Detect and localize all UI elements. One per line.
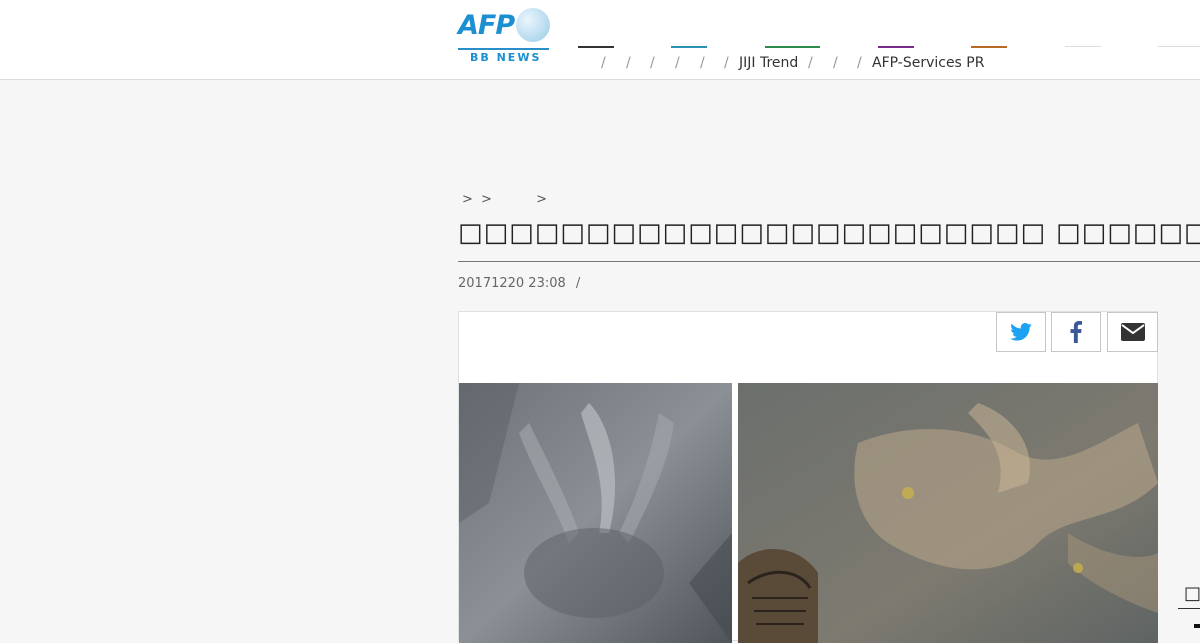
side-widget-marker — [1194, 624, 1200, 628]
meta-separator: / — [575, 276, 581, 291]
facebook-share-button[interactable] — [1051, 312, 1101, 352]
globe-icon — [516, 8, 550, 42]
logo-divider — [458, 48, 549, 50]
nav-indicator-3[interactable] — [765, 46, 820, 48]
breadcrumb-separator: > — [462, 192, 473, 207]
nav-separator: / — [601, 55, 606, 71]
nav-separator: / — [626, 55, 631, 71]
nav-separator: / — [833, 55, 838, 71]
nav-separator: / — [675, 55, 680, 71]
dinosaur-footprint-photo-2[interactable] — [738, 383, 1158, 643]
nav-indicator-4[interactable] — [878, 46, 914, 48]
nav-indicator-7[interactable] — [1158, 46, 1200, 47]
nav-indicator-5[interactable] — [971, 46, 1007, 48]
article-meta: 20171220 23:08 / — [458, 276, 580, 291]
envelope-icon — [1120, 323, 1145, 341]
site-header: AFP BB NEWS / / / / / / JIJI Trend / / /… — [0, 0, 1200, 80]
twitter-icon — [1010, 323, 1032, 341]
nav-separator: / — [650, 55, 655, 71]
afp-bb-news-logo[interactable]: AFP BB NEWS — [458, 6, 550, 66]
nav-indicator-6[interactable] — [1065, 46, 1101, 47]
article-card — [458, 311, 1158, 643]
article-date: 20171220 23:08 — [458, 276, 566, 291]
logo-subtitle: BB NEWS — [470, 51, 542, 64]
breadcrumb-separator: > — [481, 192, 492, 207]
nav-indicator-1[interactable] — [578, 46, 614, 48]
breadcrumb: > > > — [462, 192, 547, 207]
footprint-image-2 — [738, 383, 1158, 643]
article-title: □□□□□□□□□□□□□□□□□□□□□□□ □□□□□□□□ — [458, 218, 1200, 262]
facebook-icon — [1070, 321, 1082, 343]
nav-indicator-2[interactable] — [671, 46, 707, 48]
breadcrumb-separator: > — [536, 192, 547, 207]
nav-separator: / — [724, 55, 729, 71]
nav-separator: / — [808, 55, 813, 71]
footprint-image-1 — [459, 383, 732, 643]
side-widget[interactable]: □ — [1178, 579, 1200, 609]
twitter-share-button[interactable] — [996, 312, 1046, 352]
email-share-button[interactable] — [1107, 312, 1158, 352]
dinosaur-footprint-photo-1[interactable] — [459, 383, 732, 643]
nav-separator: / — [857, 55, 862, 71]
logo-brand: AFP — [458, 10, 515, 41]
nav-link-jiji-trend[interactable]: JIJI Trend — [739, 55, 798, 71]
nav-link-afp-services-pr[interactable]: AFP-Services PR — [872, 55, 984, 71]
nav-separator: / — [700, 55, 705, 71]
